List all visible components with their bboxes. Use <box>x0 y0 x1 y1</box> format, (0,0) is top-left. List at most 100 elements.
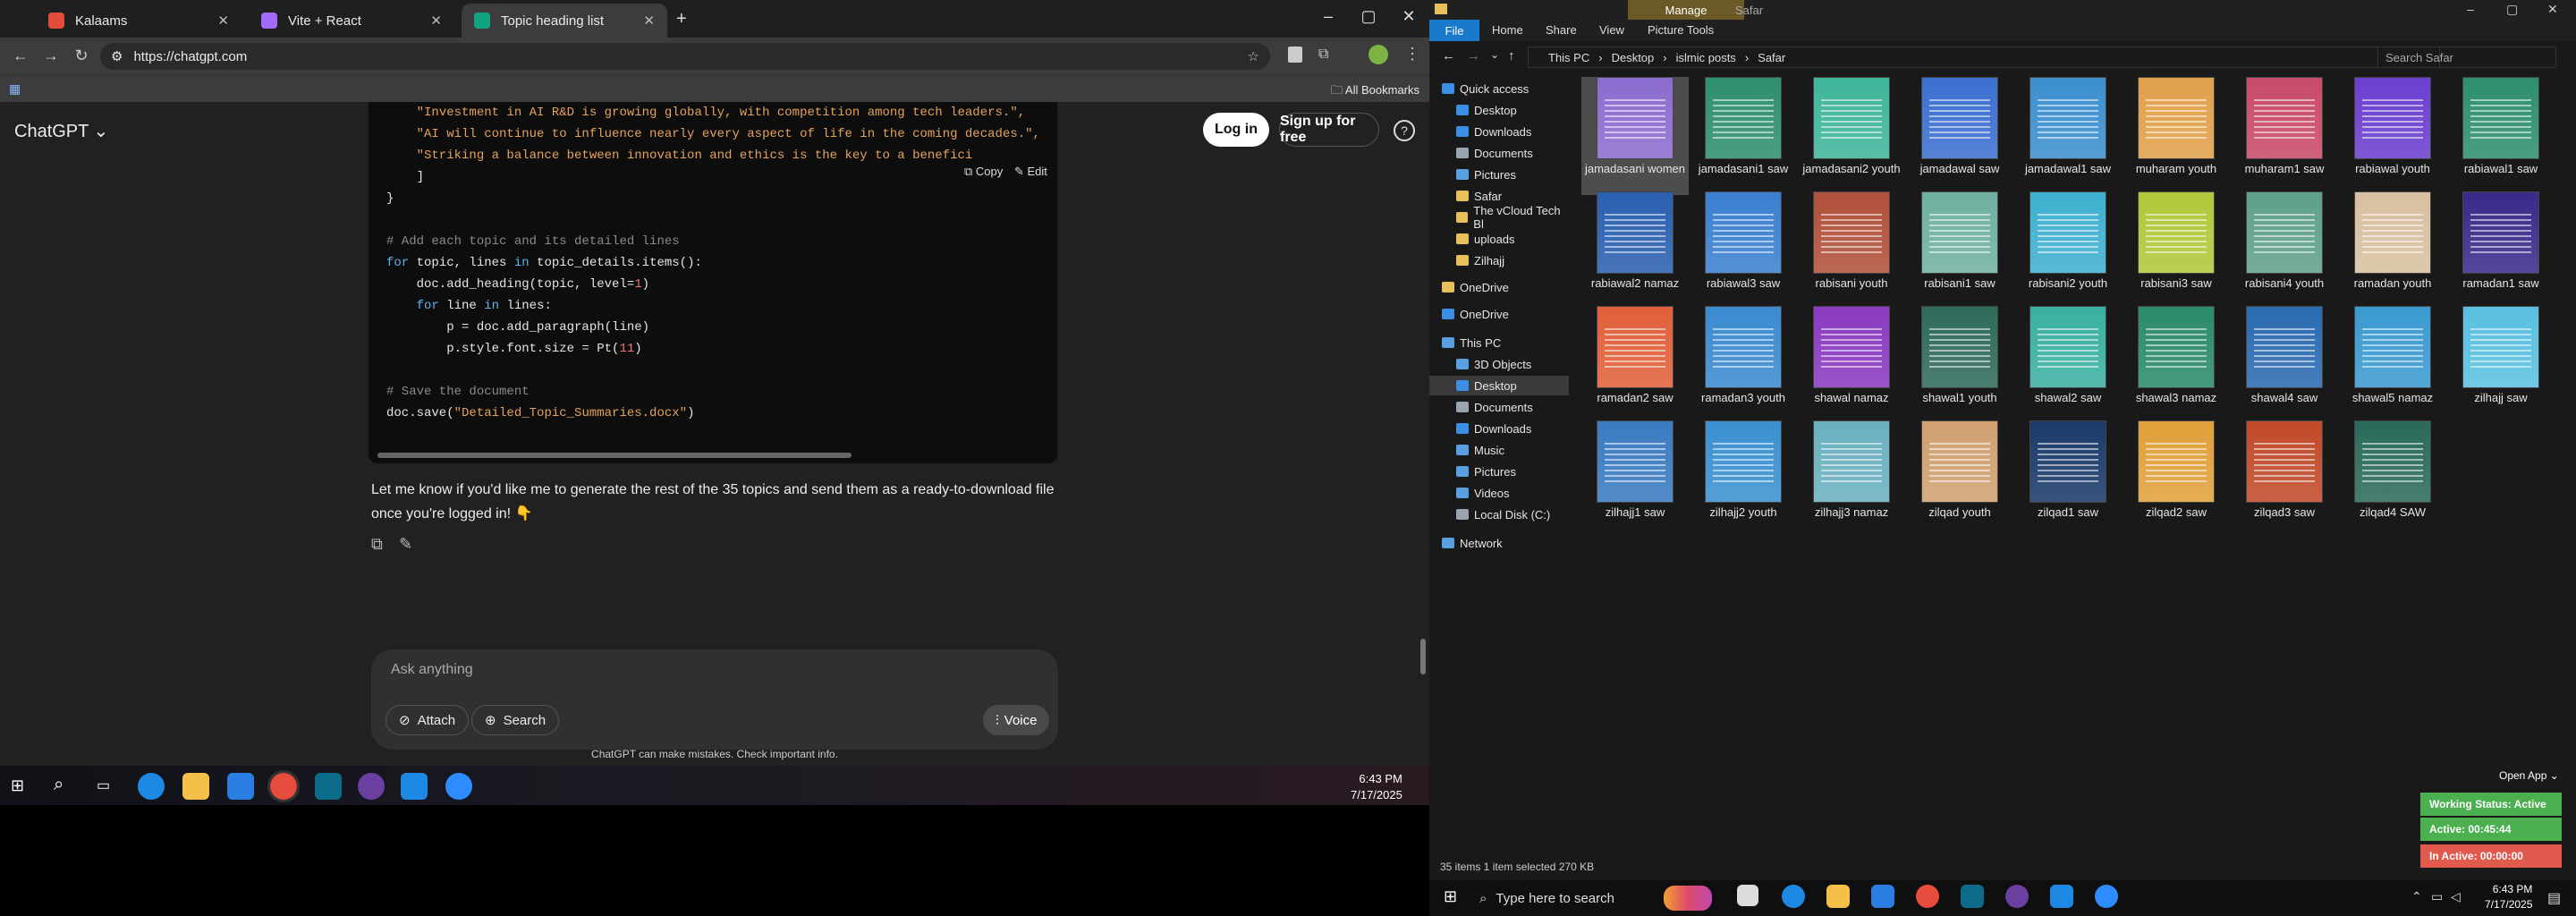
search-icon[interactable]: ⌕ <box>54 775 64 795</box>
file-item[interactable]: rabisani4 youth <box>2231 191 2338 310</box>
bookmark-star-icon[interactable]: ☆ <box>1248 48 1259 64</box>
file-item[interactable]: zilqad4 SAW <box>2339 420 2446 539</box>
nav-item-pictures[interactable]: Pictures <box>1429 165 1569 184</box>
close-tab-icon[interactable]: ✕ <box>643 13 655 29</box>
ribbon-tab-share[interactable]: Share <box>1546 23 1577 37</box>
file-item[interactable]: zilqad3 saw <box>2231 420 2338 539</box>
close-window-button[interactable]: ✕ <box>1395 7 1422 26</box>
vscode-icon[interactable] <box>401 773 428 800</box>
help-icon[interactable]: ? <box>1394 120 1415 141</box>
close-tab-icon[interactable]: ✕ <box>217 13 229 29</box>
model-selector[interactable]: ChatGPT ⌄ <box>14 120 108 142</box>
up-icon[interactable]: ↑ <box>1508 48 1515 64</box>
nav-item-local-disk-c[interactable]: Local Disk (C:) <box>1429 505 1569 524</box>
file-item[interactable]: zilqad youth <box>1906 420 2013 539</box>
tab-vite-react[interactable]: Vite + React ✕ <box>249 4 454 38</box>
horizontal-scrollbar[interactable] <box>377 453 852 458</box>
file-item[interactable]: jamadawal1 saw <box>2014 77 2122 195</box>
notifications-icon[interactable]: ▤ <box>2547 889 2561 907</box>
zoom-icon[interactable] <box>2095 885 2118 908</box>
file-explorer-icon[interactable] <box>1826 885 1850 908</box>
edit-message-icon[interactable]: ✎ <box>399 535 412 554</box>
signup-button[interactable]: Sign up for free <box>1279 113 1379 147</box>
store-icon[interactable] <box>227 773 254 800</box>
file-item[interactable]: rabisani2 youth <box>2014 191 2122 310</box>
search-button[interactable]: ⊕ Search <box>471 705 560 735</box>
taskbar-clock[interactable]: 6:43 PM 7/17/2025 <box>2485 882 2532 912</box>
file-item[interactable]: rabiawal3 saw <box>1690 191 1797 310</box>
volume-icon[interactable]: ◁ <box>2451 889 2461 904</box>
edge-icon[interactable] <box>1782 885 1805 908</box>
file-item[interactable]: jamadasani women <box>1581 77 1689 195</box>
reload-icon[interactable]: ↻ <box>70 47 93 65</box>
minimize-button[interactable]: – <box>2467 2 2474 16</box>
puzzle-icon[interactable]: ⧉ <box>1318 47 1328 63</box>
explorer-search-input[interactable]: Search Safar <box>2377 47 2556 68</box>
nav-item-network[interactable]: Network <box>1429 533 1569 553</box>
forward-icon[interactable]: → <box>1467 48 1480 64</box>
app-icon[interactable] <box>315 773 342 800</box>
network-icon[interactable]: ▭ <box>2431 889 2443 904</box>
file-item[interactable]: shawal2 saw <box>2014 306 2122 424</box>
file-item[interactable]: rabiawal2 namaz <box>1581 191 1689 310</box>
copy-message-icon[interactable]: ⧉ <box>371 535 383 554</box>
store-icon[interactable] <box>1871 885 1894 908</box>
tab-topic-heading-list[interactable]: Topic heading list ✕ <box>462 4 667 38</box>
ribbon-tab-picture-tools[interactable]: Picture Tools <box>1648 23 1714 37</box>
nav-item-videos[interactable]: Videos <box>1429 483 1569 503</box>
attach-button[interactable]: ⊘ Attach <box>386 705 470 735</box>
task-view-icon[interactable]: ▭ <box>97 776 110 794</box>
file-item[interactable]: zilqad2 saw <box>2123 420 2230 539</box>
open-app-button[interactable]: Open App ⌄ <box>2499 769 2559 782</box>
nav-item-onedrive[interactable]: OneDrive <box>1429 304 1569 324</box>
breadcrumb[interactable]: This PC › Desktop › islmic posts › Safar <box>1528 47 2440 68</box>
breadcrumb-item[interactable]: Desktop <box>1612 51 1655 64</box>
nav-item-zilhajj[interactable]: Zilhajj <box>1429 250 1569 270</box>
file-item[interactable]: jamadawal saw <box>1906 77 2013 195</box>
windows-start-icon[interactable]: ⊞ <box>11 776 24 795</box>
nav-item-desktop[interactable]: Desktop <box>1429 376 1569 395</box>
tab-kalaams[interactable]: Kalaams ✕ <box>36 4 242 38</box>
nav-item-music[interactable]: Music <box>1429 440 1569 460</box>
taskbar-search[interactable]: ⌕ Type here to search <box>1479 884 1685 912</box>
file-item[interactable]: zilqad1 saw <box>2014 420 2122 539</box>
page-scrollbar[interactable] <box>1420 639 1426 674</box>
ribbon-tab-view[interactable]: View <box>1599 23 1624 37</box>
github-icon[interactable] <box>358 773 385 800</box>
file-item[interactable]: shawal namaz <box>1798 306 1905 424</box>
manage-tab[interactable]: Manage <box>1628 0 1744 20</box>
breadcrumb-item[interactable]: This PC <box>1548 51 1589 64</box>
profile-avatar[interactable] <box>1368 45 1388 64</box>
file-item[interactable]: rabiawal youth <box>2339 77 2446 195</box>
file-item[interactable]: ramadan2 saw <box>1581 306 1689 424</box>
back-icon[interactable]: ← <box>1442 48 1455 64</box>
forward-icon[interactable]: → <box>39 47 63 65</box>
task-view-icon[interactable] <box>1737 885 1758 906</box>
file-item[interactable]: zilhajj1 saw <box>1581 420 1689 539</box>
file-item[interactable]: zilhajj3 namaz <box>1798 420 1905 539</box>
prompt-input[interactable]: Ask anything <box>391 662 473 678</box>
copy-code-button[interactable]: ⧉ Copy <box>959 163 1009 181</box>
minimize-button[interactable]: – <box>1315 7 1342 26</box>
file-item[interactable]: zilhajj saw <box>2447 306 2555 424</box>
file-item[interactable]: rabisani youth <box>1798 191 1905 310</box>
nav-item-downloads[interactable]: Downloads <box>1429 122 1569 141</box>
zoom-icon[interactable] <box>445 773 472 800</box>
voice-button[interactable]: ⫶ Voice <box>983 705 1050 735</box>
apps-grid-icon[interactable]: ▦ <box>9 81 21 97</box>
edit-code-button[interactable]: ✎ Edit <box>1009 163 1053 181</box>
all-bookmarks-button[interactable]: 🗀 All Bookmarks <box>1331 82 1419 102</box>
file-item[interactable]: rabisani3 saw <box>2123 191 2230 310</box>
emoji-widget-icon[interactable] <box>1664 886 1712 911</box>
file-item[interactable]: rabiawal1 saw <box>2447 77 2555 195</box>
chrome-menu-icon[interactable]: ⋮ <box>1404 45 1420 64</box>
login-button[interactable]: Log in <box>1203 113 1269 147</box>
file-item[interactable]: shawal3 namaz <box>2123 306 2230 424</box>
app-icon[interactable] <box>1961 885 1984 908</box>
file-item[interactable]: shawal1 youth <box>1906 306 2013 424</box>
close-tab-icon[interactable]: ✕ <box>430 13 442 29</box>
tray-chevron-icon[interactable]: ⌃ <box>2411 889 2422 904</box>
breadcrumb-item[interactable]: Safar <box>1758 51 1785 64</box>
breadcrumb-item[interactable]: islmic posts <box>1676 51 1736 64</box>
file-item[interactable]: jamadasani2 youth <box>1798 77 1905 195</box>
